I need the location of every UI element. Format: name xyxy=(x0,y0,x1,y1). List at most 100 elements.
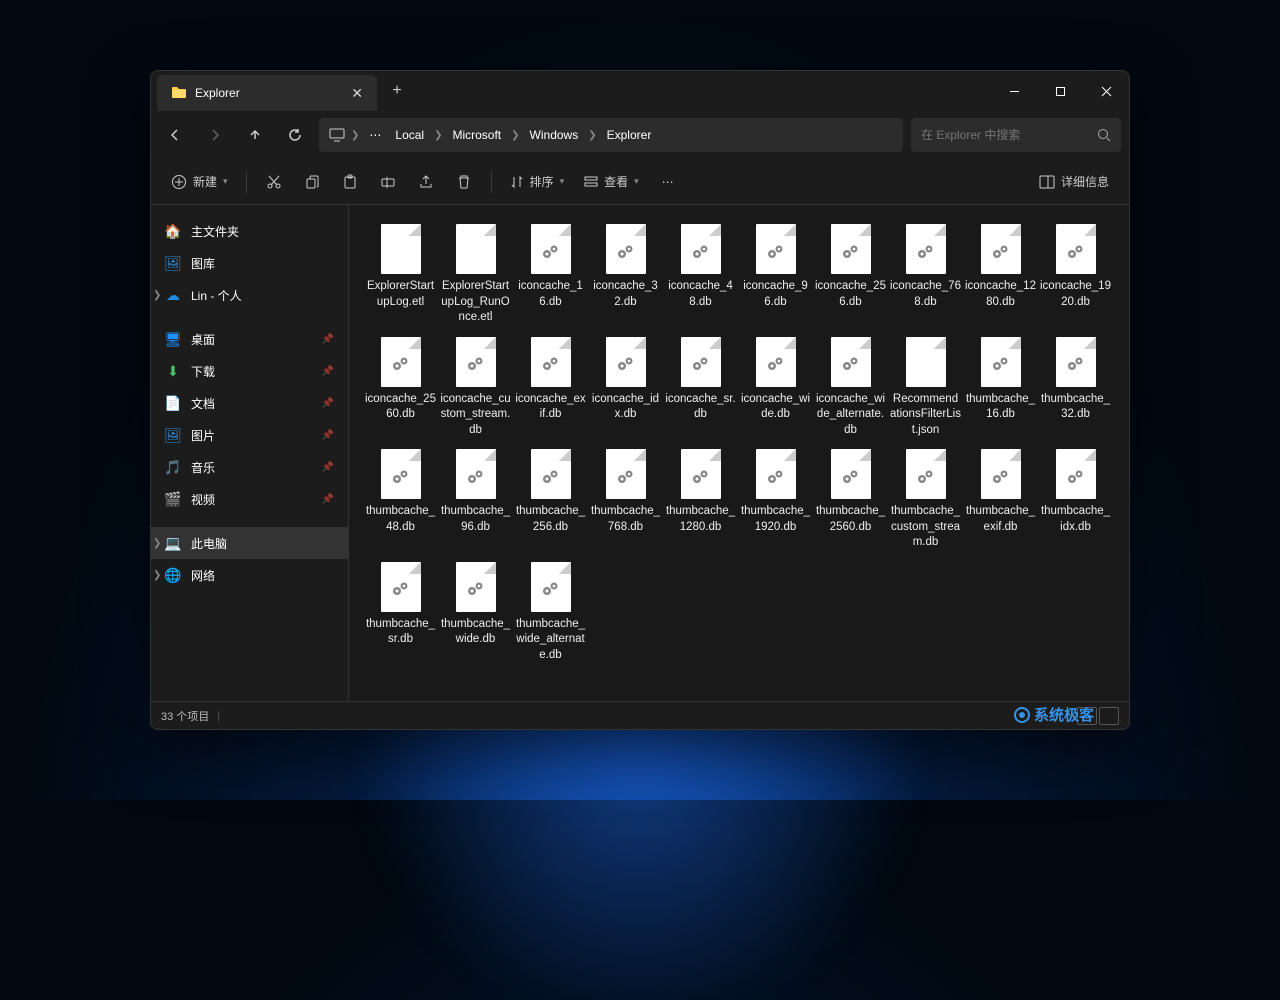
file-item[interactable]: iconcache_wide_alternate.db xyxy=(813,332,888,445)
file-item[interactable]: iconcache_exif.db xyxy=(513,332,588,445)
file-item[interactable]: thumbcache_idx.db xyxy=(1038,444,1113,557)
sidebar-item-desktop[interactable]: 🖥桌面📌 xyxy=(151,323,348,355)
watermark: 系统极客 xyxy=(1013,704,1094,725)
file-item[interactable]: iconcache_wide.db xyxy=(738,332,813,445)
up-button[interactable] xyxy=(239,119,271,151)
file-item[interactable]: ExplorerStartupLog_RunOnce.etl xyxy=(438,219,513,332)
sidebar-item-home[interactable]: 🏠主文件夹 xyxy=(151,215,348,247)
file-label: iconcache_96.db xyxy=(740,279,811,310)
breadcrumb-more[interactable]: ⋯ xyxy=(365,124,385,146)
delete-button[interactable] xyxy=(447,166,481,198)
file-item[interactable]: iconcache_1920.db xyxy=(1038,219,1113,332)
file-item[interactable]: iconcache_16.db xyxy=(513,219,588,332)
breadcrumb-segment[interactable]: Local xyxy=(391,124,428,146)
search-input[interactable] xyxy=(921,128,1097,142)
file-pane[interactable]: ExplorerStartupLog.etl ExplorerStartupLo… xyxy=(349,205,1129,701)
paste-button[interactable] xyxy=(333,166,367,198)
sidebar-item-videos[interactable]: 🎬视频📌 xyxy=(151,483,348,515)
close-tab-icon[interactable]: ✕ xyxy=(351,85,363,102)
tab-title: Explorer xyxy=(195,86,240,100)
gallery-icon: 🖼 xyxy=(165,255,181,271)
file-icon xyxy=(680,223,722,275)
sidebar-item-pictures[interactable]: 🖼图片📌 xyxy=(151,419,348,451)
file-item[interactable]: iconcache_768.db xyxy=(888,219,963,332)
more-button[interactable]: ⋯ xyxy=(651,166,685,198)
search-box[interactable] xyxy=(911,118,1121,152)
file-icon xyxy=(455,223,497,275)
sidebar-item-network[interactable]: ❯🌐网络 xyxy=(151,559,348,591)
file-item[interactable]: iconcache_idx.db xyxy=(588,332,663,445)
file-item[interactable]: thumbcache_1280.db xyxy=(663,444,738,557)
breadcrumb-segment[interactable]: Microsoft xyxy=(448,124,505,146)
sidebar-item-music[interactable]: 🎵音乐📌 xyxy=(151,451,348,483)
view-grid-button[interactable] xyxy=(1099,707,1119,725)
file-item[interactable]: thumbcache_32.db xyxy=(1038,332,1113,445)
item-count: 33 个项目 xyxy=(161,708,209,724)
file-icon xyxy=(830,448,872,500)
file-item[interactable]: thumbcache_sr.db xyxy=(363,557,438,670)
sidebar-item-thispc[interactable]: ❯💻此电脑 xyxy=(151,527,348,559)
file-icon xyxy=(1055,223,1097,275)
rename-button[interactable] xyxy=(371,166,405,198)
file-item[interactable]: thumbcache_16.db xyxy=(963,332,1038,445)
sidebar-item-gallery[interactable]: 🖼图库 xyxy=(151,247,348,279)
back-button[interactable] xyxy=(159,119,191,151)
file-item[interactable]: thumbcache_custom_stream.db xyxy=(888,444,963,557)
file-item[interactable]: iconcache_48.db xyxy=(663,219,738,332)
chevron-right-icon: ❯ xyxy=(351,130,359,141)
file-item[interactable]: ExplorerStartupLog.etl xyxy=(363,219,438,332)
chevron-right-icon[interactable]: ❯ xyxy=(153,290,161,301)
breadcrumb-segment[interactable]: Windows xyxy=(526,124,583,146)
titlebar: Explorer ✕ + xyxy=(151,71,1129,111)
file-item[interactable]: iconcache_96.db xyxy=(738,219,813,332)
file-item[interactable]: thumbcache_48.db xyxy=(363,444,438,557)
file-item[interactable]: thumbcache_wide_alternate.db xyxy=(513,557,588,670)
breadcrumb-segment[interactable]: Explorer xyxy=(603,124,656,146)
file-item[interactable]: iconcache_sr.db xyxy=(663,332,738,445)
file-item[interactable]: thumbcache_2560.db xyxy=(813,444,888,557)
file-icon xyxy=(455,448,497,500)
folder-icon xyxy=(171,85,187,101)
sidebar-item-personal[interactable]: ❯☁Lin - 个人 xyxy=(151,279,348,311)
share-button[interactable] xyxy=(409,166,443,198)
file-item[interactable]: thumbcache_wide.db xyxy=(438,557,513,670)
file-item[interactable]: thumbcache_exif.db xyxy=(963,444,1038,557)
file-item[interactable]: thumbcache_96.db xyxy=(438,444,513,557)
sidebar-item-documents[interactable]: 📄文档📌 xyxy=(151,387,348,419)
new-tab-button[interactable]: + xyxy=(377,82,417,100)
file-icon xyxy=(980,223,1022,275)
file-item[interactable]: thumbcache_256.db xyxy=(513,444,588,557)
new-button[interactable]: 新建 ▾ xyxy=(163,166,236,198)
monitor-icon xyxy=(329,128,345,142)
file-item[interactable]: iconcache_2560.db xyxy=(363,332,438,445)
copy-button[interactable] xyxy=(295,166,329,198)
file-item[interactable]: thumbcache_768.db xyxy=(588,444,663,557)
file-item[interactable]: iconcache_32.db xyxy=(588,219,663,332)
address-bar[interactable]: ❯ ⋯ Local❯Microsoft❯Windows❯Explorer xyxy=(319,118,903,152)
details-pane-button[interactable]: 详细信息 xyxy=(1031,166,1117,198)
maximize-button[interactable] xyxy=(1037,71,1083,111)
close-window-button[interactable] xyxy=(1083,71,1129,111)
file-item[interactable]: thumbcache_1920.db xyxy=(738,444,813,557)
minimize-button[interactable] xyxy=(991,71,1037,111)
sidebar-item-downloads[interactable]: ⬇下载📌 xyxy=(151,355,348,387)
tab-explorer[interactable]: Explorer ✕ xyxy=(157,75,377,111)
file-item[interactable]: RecommendationsFilterList.json xyxy=(888,332,963,445)
file-label: thumbcache_wide.db xyxy=(440,617,511,648)
refresh-button[interactable] xyxy=(279,119,311,151)
file-icon xyxy=(830,336,872,388)
file-icon xyxy=(380,336,422,388)
file-icon xyxy=(605,223,647,275)
file-item[interactable]: iconcache_custom_stream.db xyxy=(438,332,513,445)
view-button[interactable]: 查看 ▾ xyxy=(576,166,647,198)
chevron-right-icon[interactable]: ❯ xyxy=(153,538,161,549)
chevron-right-icon[interactable]: ❯ xyxy=(153,570,161,581)
file-item[interactable]: iconcache_256.db xyxy=(813,219,888,332)
file-label: thumbcache_768.db xyxy=(590,504,661,535)
forward-button[interactable] xyxy=(199,119,231,151)
file-item[interactable]: iconcache_1280.db xyxy=(963,219,1038,332)
sort-button[interactable]: 排序 ▾ xyxy=(502,166,573,198)
file-label: iconcache_1280.db xyxy=(965,279,1036,310)
file-label: thumbcache_1920.db xyxy=(740,504,811,535)
cut-button[interactable] xyxy=(257,166,291,198)
